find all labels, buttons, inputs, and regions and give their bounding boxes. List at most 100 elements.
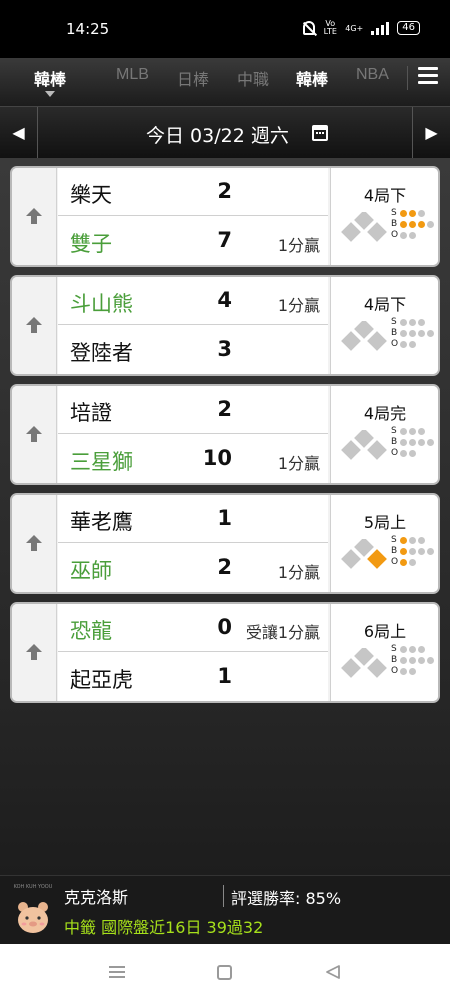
tipster-banner[interactable]: KOH KUH YOOU 克克洛斯 評選勝率: 85% 中籤 國際盤近16日 3…	[0, 875, 450, 944]
game-status: 5局上 S B O	[330, 495, 438, 592]
pin-button[interactable]	[12, 386, 57, 483]
pin-to-top-icon	[26, 317, 42, 333]
strike-label: S	[391, 426, 397, 436]
ball-label: B	[391, 655, 398, 665]
strike-label: S	[391, 317, 397, 327]
home-icon[interactable]	[217, 965, 232, 980]
team-score: 0	[217, 615, 232, 639]
teams-panel: 樂天 2 雙子 7 1分贏	[58, 168, 328, 265]
tab-cpbl[interactable]: 中職	[237, 66, 269, 90]
count-dot	[418, 439, 425, 446]
sbo-count: S B O	[391, 317, 437, 350]
count-dot	[427, 439, 434, 446]
count-dot	[409, 668, 416, 675]
team-name: 培證	[70, 401, 112, 425]
team-score: 2	[217, 179, 232, 203]
hamburger-icon[interactable]	[418, 67, 438, 85]
inning-label: 6局上	[363, 622, 407, 641]
first-base	[367, 222, 387, 242]
team-score: 1	[217, 664, 232, 688]
triangle-right-icon: ▶	[425, 123, 438, 142]
team-name: 斗山熊	[70, 292, 133, 316]
pin-button[interactable]	[12, 277, 57, 374]
back-icon[interactable]	[325, 964, 341, 980]
teams-panel: 培證 2 三星獅 10 1分贏	[58, 386, 328, 483]
tab-kbo[interactable]: 韓棒	[296, 66, 328, 90]
third-base	[341, 658, 361, 678]
battery-icon: 46	[397, 21, 420, 35]
clock: 14:25	[66, 20, 110, 38]
strike-label: S	[391, 208, 397, 218]
count-dot	[400, 559, 407, 566]
game-card[interactable]: 斗山熊 4 1分贏 登陸者 3 4局下 S B O	[10, 275, 440, 376]
count-dot	[400, 210, 407, 217]
sbo-count: S B O	[391, 426, 437, 459]
game-card[interactable]: 恐龍 0 受讓1分贏 起亞虎 1 6局上 S B O	[10, 602, 440, 703]
inning-label: 5局上	[363, 513, 407, 532]
count-dot	[418, 657, 425, 664]
banner-divider	[223, 885, 224, 907]
out-label: O	[391, 666, 399, 676]
count-dot	[400, 341, 407, 348]
ball-label: B	[391, 437, 398, 447]
tab-kbo-selected[interactable]: 韓棒	[34, 66, 66, 90]
count-dot	[400, 330, 407, 337]
count-dot	[409, 548, 416, 555]
current-date[interactable]: 今日 03/22 週六	[146, 121, 289, 148]
count-dot	[409, 319, 416, 326]
bases-diamond-icon	[341, 321, 387, 351]
status-bar: 14:25 Vo LTE 4G+ 46	[0, 0, 450, 58]
inning-label: 4局下	[363, 295, 407, 314]
count-dot	[418, 319, 425, 326]
game-status: 4局完 S B O	[330, 386, 438, 483]
tab-nba[interactable]: NBA	[356, 66, 389, 84]
calendar-icon[interactable]	[312, 125, 328, 141]
count-dot	[427, 330, 434, 337]
count-dot	[427, 657, 434, 664]
team-score: 4	[217, 288, 232, 312]
game-card[interactable]: 華老鷹 1 巫師 2 1分贏 5局上 S B O	[10, 493, 440, 594]
prev-day-button[interactable]: ◀	[0, 107, 38, 159]
pin-button[interactable]	[12, 604, 57, 701]
pin-button[interactable]	[12, 168, 57, 265]
selected-tab-indicator-icon	[45, 91, 55, 97]
second-base	[354, 212, 374, 230]
bases-diamond-icon	[341, 539, 387, 569]
status-icons: Vo LTE 4G+ 46	[303, 20, 420, 36]
count-dot	[400, 232, 407, 239]
count-dot	[418, 428, 425, 435]
game-card[interactable]: 培證 2 三星獅 10 1分贏 4局完 S B O	[10, 384, 440, 485]
avatar: KOH KUH YOOU	[10, 882, 56, 940]
count-dot	[400, 450, 407, 457]
count-dot	[409, 559, 416, 566]
tab-npb[interactable]: 日棒	[177, 66, 209, 90]
sbo-count: S B O	[391, 644, 437, 677]
count-dot	[400, 657, 407, 664]
inning-label: 4局下	[363, 186, 407, 205]
volte-icon: Vo LTE	[323, 19, 337, 36]
team-score: 2	[217, 397, 232, 421]
count-dot	[409, 450, 416, 457]
tab-mlb[interactable]: MLB	[116, 66, 149, 84]
count-dot	[418, 210, 425, 217]
signal-icon	[371, 21, 390, 35]
team-name: 巫師	[70, 559, 112, 583]
recent-apps-icon[interactable]	[109, 966, 125, 978]
pin-to-top-icon	[26, 535, 42, 551]
count-dot	[409, 330, 416, 337]
team-name: 華老鷹	[70, 510, 133, 534]
tipster-record: 中籤 國際盤近16日 39過32	[64, 918, 264, 937]
pin-to-top-icon	[26, 644, 42, 660]
count-dot	[409, 439, 416, 446]
out-label: O	[391, 230, 399, 240]
count-dot	[418, 548, 425, 555]
team-name: 雙子	[70, 232, 112, 256]
count-dot	[400, 537, 407, 544]
pin-button[interactable]	[12, 495, 57, 592]
tipster-name: 克克洛斯	[64, 888, 129, 907]
bet-result: 受讓1分贏	[245, 623, 320, 642]
next-day-button[interactable]: ▶	[412, 107, 450, 159]
count-dot	[409, 341, 416, 348]
count-dot	[418, 330, 425, 337]
game-card[interactable]: 樂天 2 雙子 7 1分贏 4局下 S B O	[10, 166, 440, 267]
